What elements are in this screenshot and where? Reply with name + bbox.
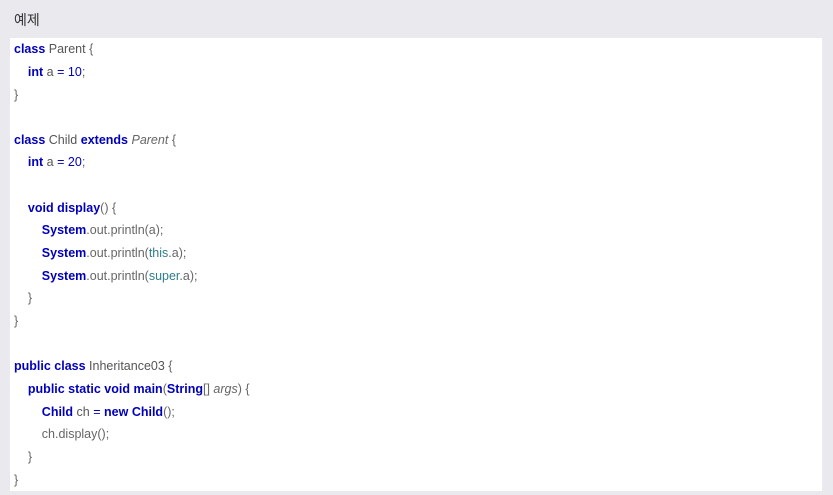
code-text: .a);	[179, 269, 198, 283]
code-line-18: ch.display();	[14, 423, 109, 446]
function-name: display	[57, 201, 101, 215]
punct: }	[27, 450, 33, 464]
class-name: Child	[41, 405, 74, 419]
number: 10	[67, 65, 82, 79]
keyword: super	[148, 269, 180, 283]
keyword: class	[14, 42, 46, 56]
code-line-2: int a = 10;	[14, 61, 85, 84]
code-line-12: }	[14, 287, 32, 310]
punct: ;	[81, 65, 86, 79]
example-heading: 예제	[14, 13, 40, 29]
operator: =	[57, 65, 65, 79]
code-line-6: int a = 20;	[14, 151, 85, 174]
keyword: class	[14, 133, 46, 147]
code-text: .out.println(	[86, 269, 149, 283]
code-line-19: }	[14, 446, 32, 469]
code-text: .out.println(a);	[86, 223, 164, 237]
class-name: Child	[131, 405, 164, 419]
punct: {	[89, 42, 94, 56]
code-line-17: Child ch = new Child();	[14, 401, 175, 424]
keyword: extends	[80, 133, 128, 147]
code-line-20: }	[14, 469, 18, 492]
code-text: .out.println(	[86, 246, 149, 260]
code-line-9: System.out.println(a);	[14, 219, 164, 242]
punct: }	[14, 314, 19, 328]
identifier: Parent	[48, 42, 86, 56]
punct: () {	[100, 201, 117, 215]
punct: }	[14, 88, 19, 102]
keyword: int	[27, 65, 44, 79]
punct: []	[202, 382, 210, 396]
code-line-1: class Parent {	[14, 38, 93, 61]
keyword: public class	[14, 359, 86, 373]
keyword: this	[148, 246, 169, 260]
code-line-16: public static void main(String[] args) {	[14, 378, 250, 401]
code-line-13: }	[14, 310, 18, 333]
identifier: Child	[48, 133, 78, 147]
keyword: new	[104, 405, 129, 419]
punct: ;	[81, 155, 86, 169]
code-line-3: }	[14, 84, 18, 107]
punct: ();	[163, 405, 175, 419]
punct: {	[171, 133, 176, 147]
code-line-10: System.out.println(this.a);	[14, 242, 187, 265]
code-line-15: public class Inheritance03 {	[14, 355, 172, 378]
keyword: int	[27, 155, 44, 169]
identifier: a	[46, 155, 54, 169]
code-line-11: System.out.println(super.a);	[14, 265, 198, 288]
identifier: a	[46, 65, 54, 79]
class-name: System	[41, 246, 87, 260]
operator: =	[93, 405, 101, 419]
code-line-8: void display() {	[14, 197, 116, 220]
identifier: Inheritance03	[89, 359, 165, 373]
punct: ) {	[237, 382, 250, 396]
function-name: main	[133, 382, 163, 396]
keyword: void	[27, 201, 54, 215]
punct: }	[27, 291, 33, 305]
identifier: ch	[76, 405, 90, 419]
keyword: public static void	[27, 382, 131, 396]
class-name: System	[41, 223, 87, 237]
class-name: String	[166, 382, 203, 396]
operator: =	[57, 155, 65, 169]
identifier: Parent	[131, 133, 169, 147]
punct: {	[168, 359, 173, 373]
number: 20	[67, 155, 82, 169]
identifier: args	[213, 382, 238, 396]
code-text: .a);	[168, 246, 187, 260]
code-text: ch.display();	[41, 427, 110, 441]
class-name: System	[41, 269, 87, 283]
code-line-5: class Child extends Parent {	[14, 129, 176, 152]
code-block: class Parent { int a = 10; } class Child…	[10, 38, 822, 491]
punct: }	[14, 473, 19, 487]
